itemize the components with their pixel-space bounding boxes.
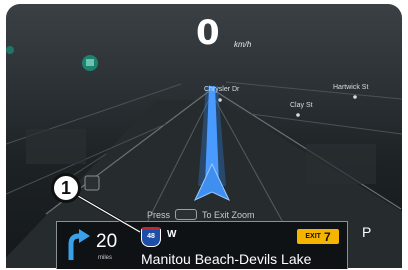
poi-marker-edge-icon: [6, 46, 14, 54]
exit-badge: EXIT 7: [297, 229, 339, 244]
street-label-hartwick: Hartwick St: [333, 84, 369, 91]
exit-number: 7: [323, 229, 331, 244]
speed-unit: km/h: [234, 40, 252, 49]
building-shape: [26, 129, 86, 164]
zoom-exit-hint: Press To Exit Zoom: [147, 209, 255, 220]
interstate-shield-icon: 48: [141, 227, 161, 247]
next-turn-panel[interactable]: 20 miles 48 W EXIT 7 Manitou Beach-Devil…: [56, 221, 348, 269]
street-label-chrysler: Chrysler Dr: [204, 86, 240, 93]
exit-label: EXIT: [305, 233, 321, 240]
turn-distance: 20: [96, 231, 118, 252]
building-shape: [306, 144, 376, 184]
street-pin: [296, 113, 300, 117]
speed-value: 0: [196, 13, 220, 53]
turn-distance-unit: miles: [98, 255, 113, 261]
exit-zoom-label: To Exit Zoom: [202, 209, 255, 220]
stage: 0 km/h Chrysler Dr Hartwick St Clay St P…: [0, 0, 408, 270]
destination-name: Manitou Beach-Devils Lake: [141, 251, 312, 267]
callout-number-badge: 1: [51, 173, 81, 203]
press-label: Press: [147, 209, 171, 220]
highway-direction: W: [167, 229, 177, 240]
zoom-button-icon[interactable]: [175, 209, 198, 220]
street-pin: [353, 95, 357, 99]
street-label-clay: Clay St: [290, 102, 313, 109]
gear-indicator: P: [362, 224, 372, 240]
curve-right-arrow-icon: [68, 229, 90, 260]
cross-road-3: [250, 113, 402, 135]
cross-road-2: [225, 81, 402, 100]
map-control-icon: [84, 175, 100, 191]
